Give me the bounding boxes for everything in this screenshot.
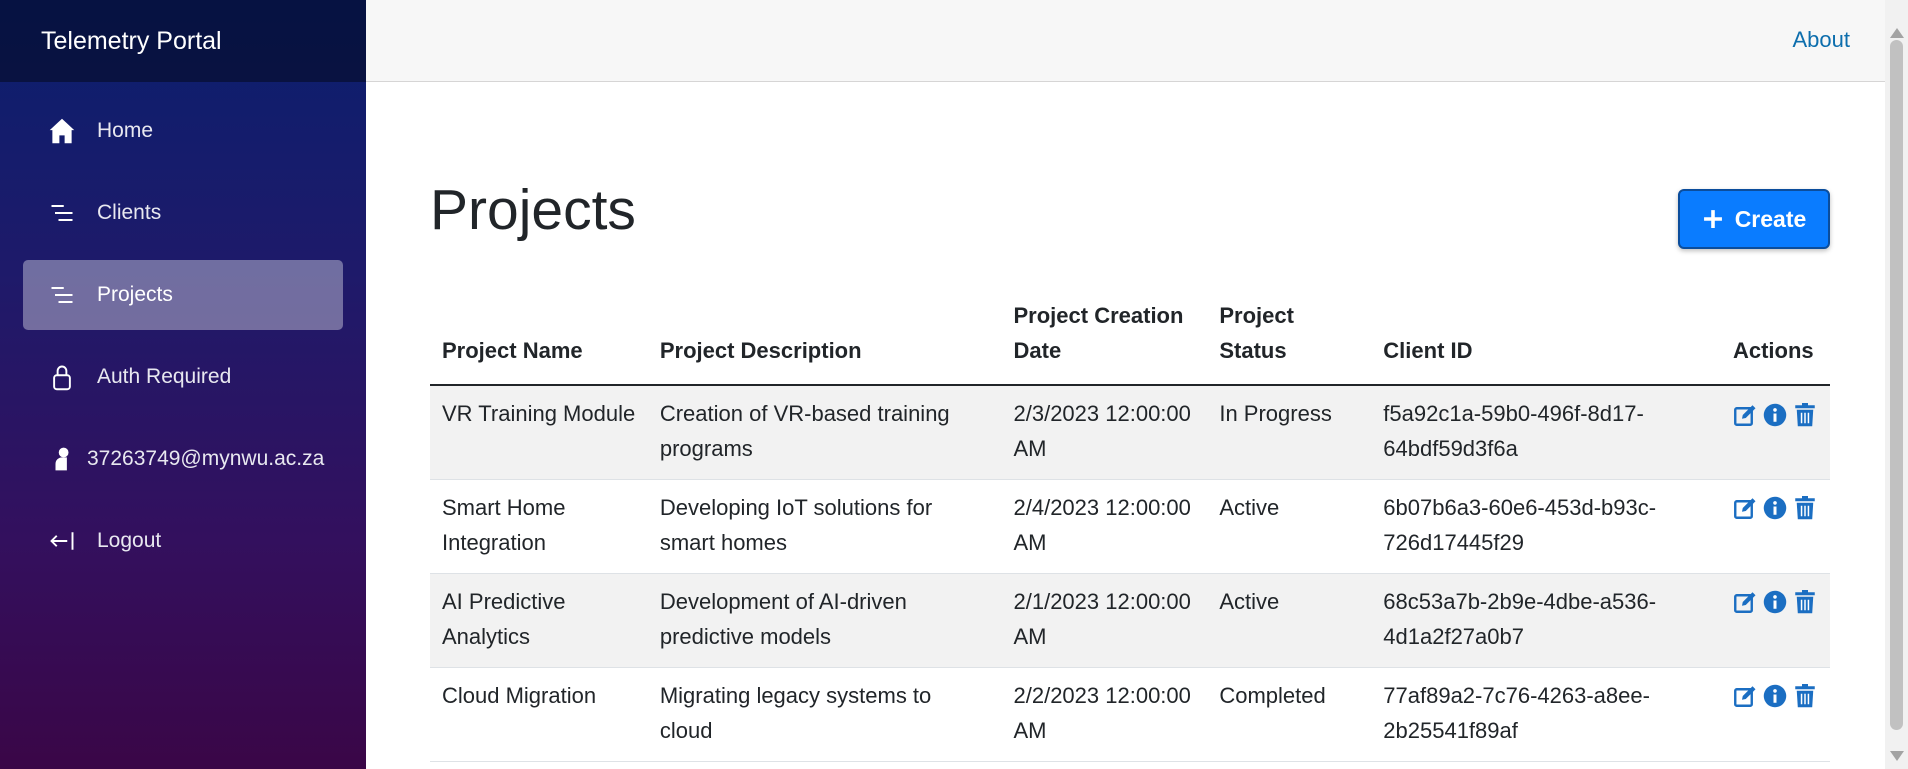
cell-project-date: 2/3/2023 12:00:00 AM <box>1001 385 1208 480</box>
about-link[interactable]: About <box>1793 27 1851 53</box>
cell-client-id: 77af89a2-7c76-4263-a8ee-2b25541f89af <box>1371 667 1721 762</box>
info-icon[interactable] <box>1763 590 1788 615</box>
sidebar-item-label: Clients <box>97 201 162 224</box>
logout-icon <box>47 526 77 556</box>
table-row: AI Predictive Analytics Development of A… <box>430 573 1830 668</box>
cell-project-description: Creation of VR-based training programs <box>647 385 1002 480</box>
cell-project-name: VR Training Module <box>430 385 648 480</box>
user-icon <box>47 444 77 474</box>
cell-project-date: 2/1/2023 12:00:00 AM <box>1001 573 1208 668</box>
delete-icon[interactable] <box>1793 590 1818 615</box>
create-button-label: Create <box>1734 205 1807 232</box>
cell-project-status: Completed <box>1207 667 1372 762</box>
scroll-thumb[interactable] <box>1890 40 1903 730</box>
cell-client-id: 6b07b6a3-60e6-453d-b93c-726d17445f29 <box>1371 479 1721 574</box>
vertical-scrollbar[interactable] <box>1885 0 1908 769</box>
brand-title[interactable]: Telemetry Portal <box>0 0 366 82</box>
projects-table: Project Name Project Description Project… <box>430 290 1830 762</box>
plus-icon <box>1702 208 1724 230</box>
header-project-name: Project Name <box>430 290 648 386</box>
sidebar-item-label: Home <box>97 119 154 142</box>
cell-project-description: Development of AI-driven predictive mode… <box>647 573 1002 668</box>
cell-actions <box>1720 573 1830 668</box>
sidebar-item-clients[interactable]: Clients <box>23 178 343 248</box>
sidebar-item-home[interactable]: Home <box>23 96 343 166</box>
sidebar-item-projects[interactable]: Projects <box>23 260 343 330</box>
sidebar-nav: Home Clients Projects Auth Required 3726… <box>0 82 366 576</box>
header-project-creation-date: Project Creation Date <box>1001 290 1208 386</box>
cell-project-date: 2/2/2023 12:00:00 AM <box>1001 667 1208 762</box>
create-button[interactable]: Create <box>1678 189 1830 249</box>
info-icon[interactable] <box>1763 496 1788 521</box>
cell-project-status: Active <box>1207 479 1372 574</box>
cell-client-id: f5a92c1a-59b0-496f-8d17-64bdf59d3f6a <box>1371 385 1721 480</box>
cell-project-name: Cloud Migration <box>430 667 648 762</box>
info-icon[interactable] <box>1763 684 1788 709</box>
cell-project-name: AI Predictive Analytics <box>430 573 648 668</box>
delete-icon[interactable] <box>1793 402 1818 427</box>
delete-icon[interactable] <box>1793 684 1818 709</box>
top-bar: About <box>366 0 1885 82</box>
lock-icon <box>47 362 77 392</box>
list-icon <box>47 198 77 228</box>
cell-actions <box>1720 385 1830 480</box>
header-project-description: Project Description <box>647 290 1002 386</box>
cell-client-id: 68c53a7b-2b9e-4dbe-a536-4d1a2f27a0b7 <box>1371 573 1721 668</box>
header-project-status: Project Status <box>1207 290 1372 386</box>
sidebar-item-label: Auth Required <box>97 365 232 388</box>
scroll-down-arrow-icon[interactable] <box>1890 751 1904 761</box>
table-row: Cloud Migration Migrating legacy systems… <box>430 667 1830 762</box>
cell-project-description: Migrating legacy systems to cloud <box>647 667 1002 762</box>
cell-project-description: Developing IoT solutions for smart homes <box>647 479 1002 574</box>
cell-project-date: 2/4/2023 12:00:00 AM <box>1001 479 1208 574</box>
delete-icon[interactable] <box>1793 496 1818 521</box>
table-header-row: Project Name Project Description Project… <box>430 290 1830 386</box>
sidebar: Telemetry Portal Home Clients Projects A… <box>0 0 366 769</box>
info-icon[interactable] <box>1763 402 1788 427</box>
cell-actions <box>1720 479 1830 574</box>
edit-icon[interactable] <box>1733 496 1758 521</box>
cell-project-status: In Progress <box>1207 385 1372 480</box>
cell-actions <box>1720 667 1830 762</box>
sidebar-item-logout[interactable]: Logout <box>23 506 343 576</box>
scroll-up-arrow-icon[interactable] <box>1890 28 1904 38</box>
sidebar-item-auth-required[interactable]: Auth Required <box>23 342 343 412</box>
header-client-id: Client ID <box>1371 290 1721 386</box>
cell-project-name: Smart Home Integration <box>430 479 648 574</box>
edit-icon[interactable] <box>1733 684 1758 709</box>
header-actions: Actions <box>1720 290 1830 386</box>
sidebar-item-user[interactable]: 37263749@mynwu.ac.za <box>23 424 343 494</box>
sidebar-item-label: Logout <box>97 529 162 552</box>
cell-project-status: Active <box>1207 573 1372 668</box>
table-row: VR Training Module Creation of VR-based … <box>430 385 1830 480</box>
home-icon <box>47 116 77 146</box>
edit-icon[interactable] <box>1733 590 1758 615</box>
edit-icon[interactable] <box>1733 402 1758 427</box>
page-title: Projects <box>430 178 636 242</box>
sidebar-item-label: Projects <box>97 283 173 306</box>
list-icon <box>47 280 77 310</box>
sidebar-item-label: 37263749@mynwu.ac.za <box>87 447 325 470</box>
table-row: Smart Home Integration Developing IoT so… <box>430 479 1830 574</box>
